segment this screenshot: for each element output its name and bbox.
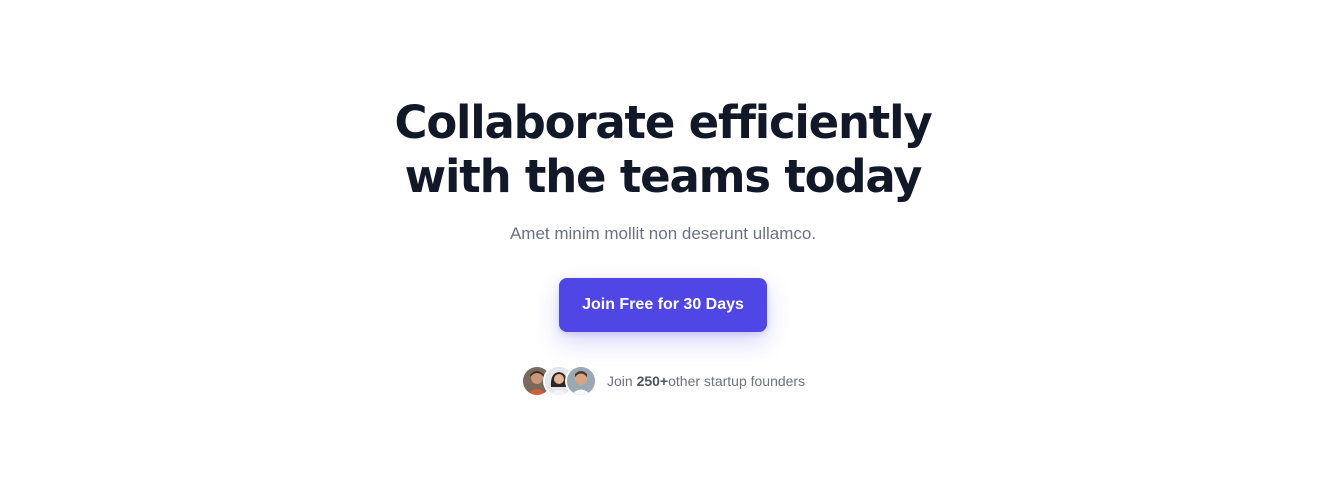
headline-line-1: Collaborate efficiently	[394, 96, 933, 149]
founder-count: 250+	[636, 372, 669, 389]
headline-line-2: with the teams today	[404, 150, 923, 203]
social-proof-text: Join 250+other startup founders	[607, 373, 805, 389]
join-free-button[interactable]: Join Free for 30 Days	[559, 278, 767, 332]
social-proof-prefix: Join	[607, 372, 637, 389]
social-proof-suffix: other startup founders	[668, 372, 806, 389]
avatar-group	[521, 364, 597, 397]
hero-section: Collaborate efficiently with the teams t…	[0, 0, 1326, 494]
page-title: Collaborate efficiently with the teams t…	[0, 96, 1326, 204]
hero-subtitle: Amet minim mollit non deserunt ullamco.	[509, 224, 817, 243]
avatar	[565, 364, 597, 397]
social-proof: Join 250+other startup founders	[521, 364, 805, 397]
